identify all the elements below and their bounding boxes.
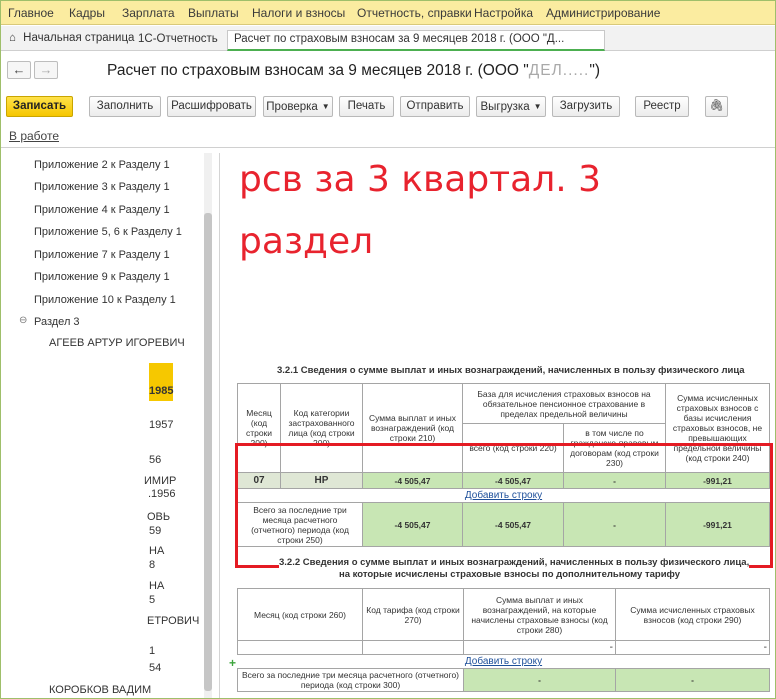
save-button[interactable]: Записать — [6, 96, 73, 117]
header-tariff: Код тарифа (код строки 270) — [362, 588, 464, 641]
load-button[interactable]: Загрузить — [552, 96, 620, 117]
header-base: База для исчисления страховых взносов на… — [462, 383, 666, 424]
app-window: Главное Кадры Зарплата Выплаты Налоги и … — [0, 0, 776, 699]
section-321-title: 3.2.1 Сведения о сумме выплат и иных воз… — [277, 365, 745, 376]
tab-report-label: Расчет по страховым взносам за 9 месяцев… — [234, 33, 565, 45]
tab-report[interactable]: Расчет по страховым взносам за 9 месяцев… — [227, 30, 605, 51]
menu-item-settings[interactable]: Настройка — [474, 6, 533, 20]
tree-person-item[interactable]: ОВЬ — [147, 511, 170, 523]
tree-person-item[interactable]: КОРОБКОВ ВАДИМ — [49, 684, 151, 696]
total-sum: - — [463, 668, 616, 692]
add-row-cell: Добавить строку — [237, 654, 770, 669]
tree-person-item[interactable]: 1957 — [149, 419, 173, 431]
tree-item-app9[interactable]: Приложение 9 к Разделу 1 — [34, 271, 170, 283]
check-button-label: Проверка — [266, 101, 318, 113]
dropdown-arrow-icon: ▼ — [321, 102, 330, 111]
cell-tariff[interactable] — [362, 640, 464, 655]
tree-item-app2[interactable]: Приложение 2 к Разделу 1 — [34, 159, 170, 171]
menu-item-main[interactable]: Главное — [8, 6, 54, 20]
sections-tree: Приложение 2 к Разделу 1 Приложение 3 к … — [1, 153, 216, 698]
tab-reporting[interactable]: 1С-Отчетность ✕ — [132, 30, 242, 50]
tab-reporting-label: 1С-Отчетность — [138, 33, 218, 45]
home-icon: ⌂ — [9, 32, 16, 44]
tree-item-app10[interactable]: Приложение 10 к Разделу 1 — [34, 294, 176, 306]
highlight-frame — [235, 443, 773, 568]
back-button[interactable]: ← — [7, 61, 31, 79]
registry-button[interactable]: Реестр — [635, 96, 689, 117]
tree-item-app7[interactable]: Приложение 7 к Разделу 1 — [34, 249, 170, 261]
menu-item-reports[interactable]: Отчетность, справки — [357, 6, 472, 20]
company-name-blurred: ДЕЛ..... — [528, 62, 590, 79]
tree-person-item[interactable]: .1956 — [148, 488, 176, 500]
export-button-label: Выгрузка — [480, 101, 530, 113]
annotation-line-2: раздел — [239, 221, 374, 262]
check-button[interactable]: Проверка ▼ — [263, 96, 333, 117]
tab-home-label: Начальная страница — [23, 32, 135, 44]
menu-item-taxes[interactable]: Налоги и взносы — [252, 6, 345, 20]
annotation-caption: рсв за 3 квартал. 3 раздел — [239, 155, 601, 267]
tree-person-item[interactable]: НА — [149, 580, 164, 592]
tree-person-item[interactable]: ИМИР — [144, 475, 176, 487]
total-contrib: - — [615, 668, 770, 692]
menu-item-payments[interactable]: Выплаты — [188, 6, 239, 20]
section-322-table: Месяц (код строки 260) Код тарифа (код с… — [237, 588, 770, 692]
header-month: Месяц (код строки 260) — [237, 588, 363, 641]
add-icon[interactable]: + — [229, 656, 236, 670]
attach-button[interactable]: 🖇 — [705, 96, 728, 117]
menu-item-salary[interactable]: Зарплата — [122, 6, 175, 20]
section-322-subtitle: на которые исчислены страховые взносы по… — [339, 569, 681, 580]
tree-person-item[interactable]: 1 — [149, 645, 155, 657]
header-contrib: Сумма исчисленных страховых взносов (код… — [615, 588, 770, 641]
tree-item-section3[interactable]: Раздел 3 — [34, 316, 80, 328]
export-button[interactable]: Выгрузка ▼ — [476, 96, 546, 117]
total-label: Всего за последние три месяца расчетного… — [237, 668, 464, 692]
panel-splitter[interactable] — [219, 153, 220, 698]
tree-person-item[interactable]: 5 — [149, 594, 155, 606]
tree-item-app4[interactable]: Приложение 4 к Разделу 1 — [34, 204, 170, 216]
tree-scrollbar-thumb[interactable] — [204, 213, 212, 691]
tab-bar: ⌂ Начальная страница 1С-Отчетность ✕ Рас… — [1, 26, 775, 51]
section-322-title: 3.2.2 Сведения о сумме выплат и иных воз… — [279, 557, 750, 568]
annotation-line-1: рсв за 3 квартал. 3 — [239, 159, 602, 200]
tab-home[interactable]: ⌂ Начальная страница — [3, 30, 140, 50]
tree-person-item[interactable]: 8 — [149, 559, 155, 571]
page-title-tail: ") — [589, 62, 600, 79]
add-row-link[interactable]: Добавить строку — [465, 656, 542, 667]
divider — [1, 147, 775, 148]
main-menu-bar: Главное Кадры Зарплата Выплаты Налоги и … — [1, 1, 775, 25]
arrow-right-icon: → — [39, 62, 53, 77]
tree-person-item[interactable]: 59 — [149, 525, 161, 537]
decode-button[interactable]: Расшифровать — [167, 96, 256, 117]
tree-person-item[interactable]: НА — [149, 545, 164, 557]
print-button[interactable]: Печать — [339, 96, 394, 117]
cell-sum[interactable]: - — [463, 640, 616, 655]
arrow-left-icon: ← — [12, 62, 26, 77]
menu-item-admin[interactable]: Администрирование — [546, 6, 660, 20]
tree-item-app5-6[interactable]: Приложение 5, 6 к Разделу 1 — [34, 226, 182, 238]
tree-item-app3[interactable]: Приложение 3 к Разделу 1 — [34, 181, 170, 193]
tree-person-item[interactable]: 54 — [149, 662, 161, 674]
menu-item-hr[interactable]: Кадры — [69, 6, 105, 20]
send-button[interactable]: Отправить — [400, 96, 470, 117]
paperclip-icon: 🖇 — [709, 100, 724, 112]
status-link[interactable]: В работе — [9, 129, 59, 143]
tree-person-item[interactable]: ЕТРОВИЧ — [147, 615, 199, 627]
forward-button[interactable]: → — [34, 61, 58, 79]
tree-person-item[interactable]: 56 — [149, 454, 161, 466]
page-title: Расчет по страховым взносам за 9 месяцев… — [107, 62, 600, 80]
tree-person-item[interactable]: АГЕЕВ АРТУР ИГОРЕВИЧ — [49, 337, 185, 349]
page-title-text: Расчет по страховым взносам за 9 месяцев… — [107, 62, 529, 79]
dropdown-arrow-icon: ▼ — [533, 102, 542, 111]
cell-contrib[interactable]: - — [615, 640, 770, 655]
fill-button[interactable]: Заполнить — [89, 96, 161, 117]
cell-month[interactable] — [237, 640, 363, 655]
header-sum: Сумма выплат и иных вознаграждений, на к… — [463, 588, 616, 641]
collapse-icon[interactable]: ⊖ — [19, 315, 27, 326]
tree-person-item[interactable]: 1985 — [149, 385, 173, 397]
